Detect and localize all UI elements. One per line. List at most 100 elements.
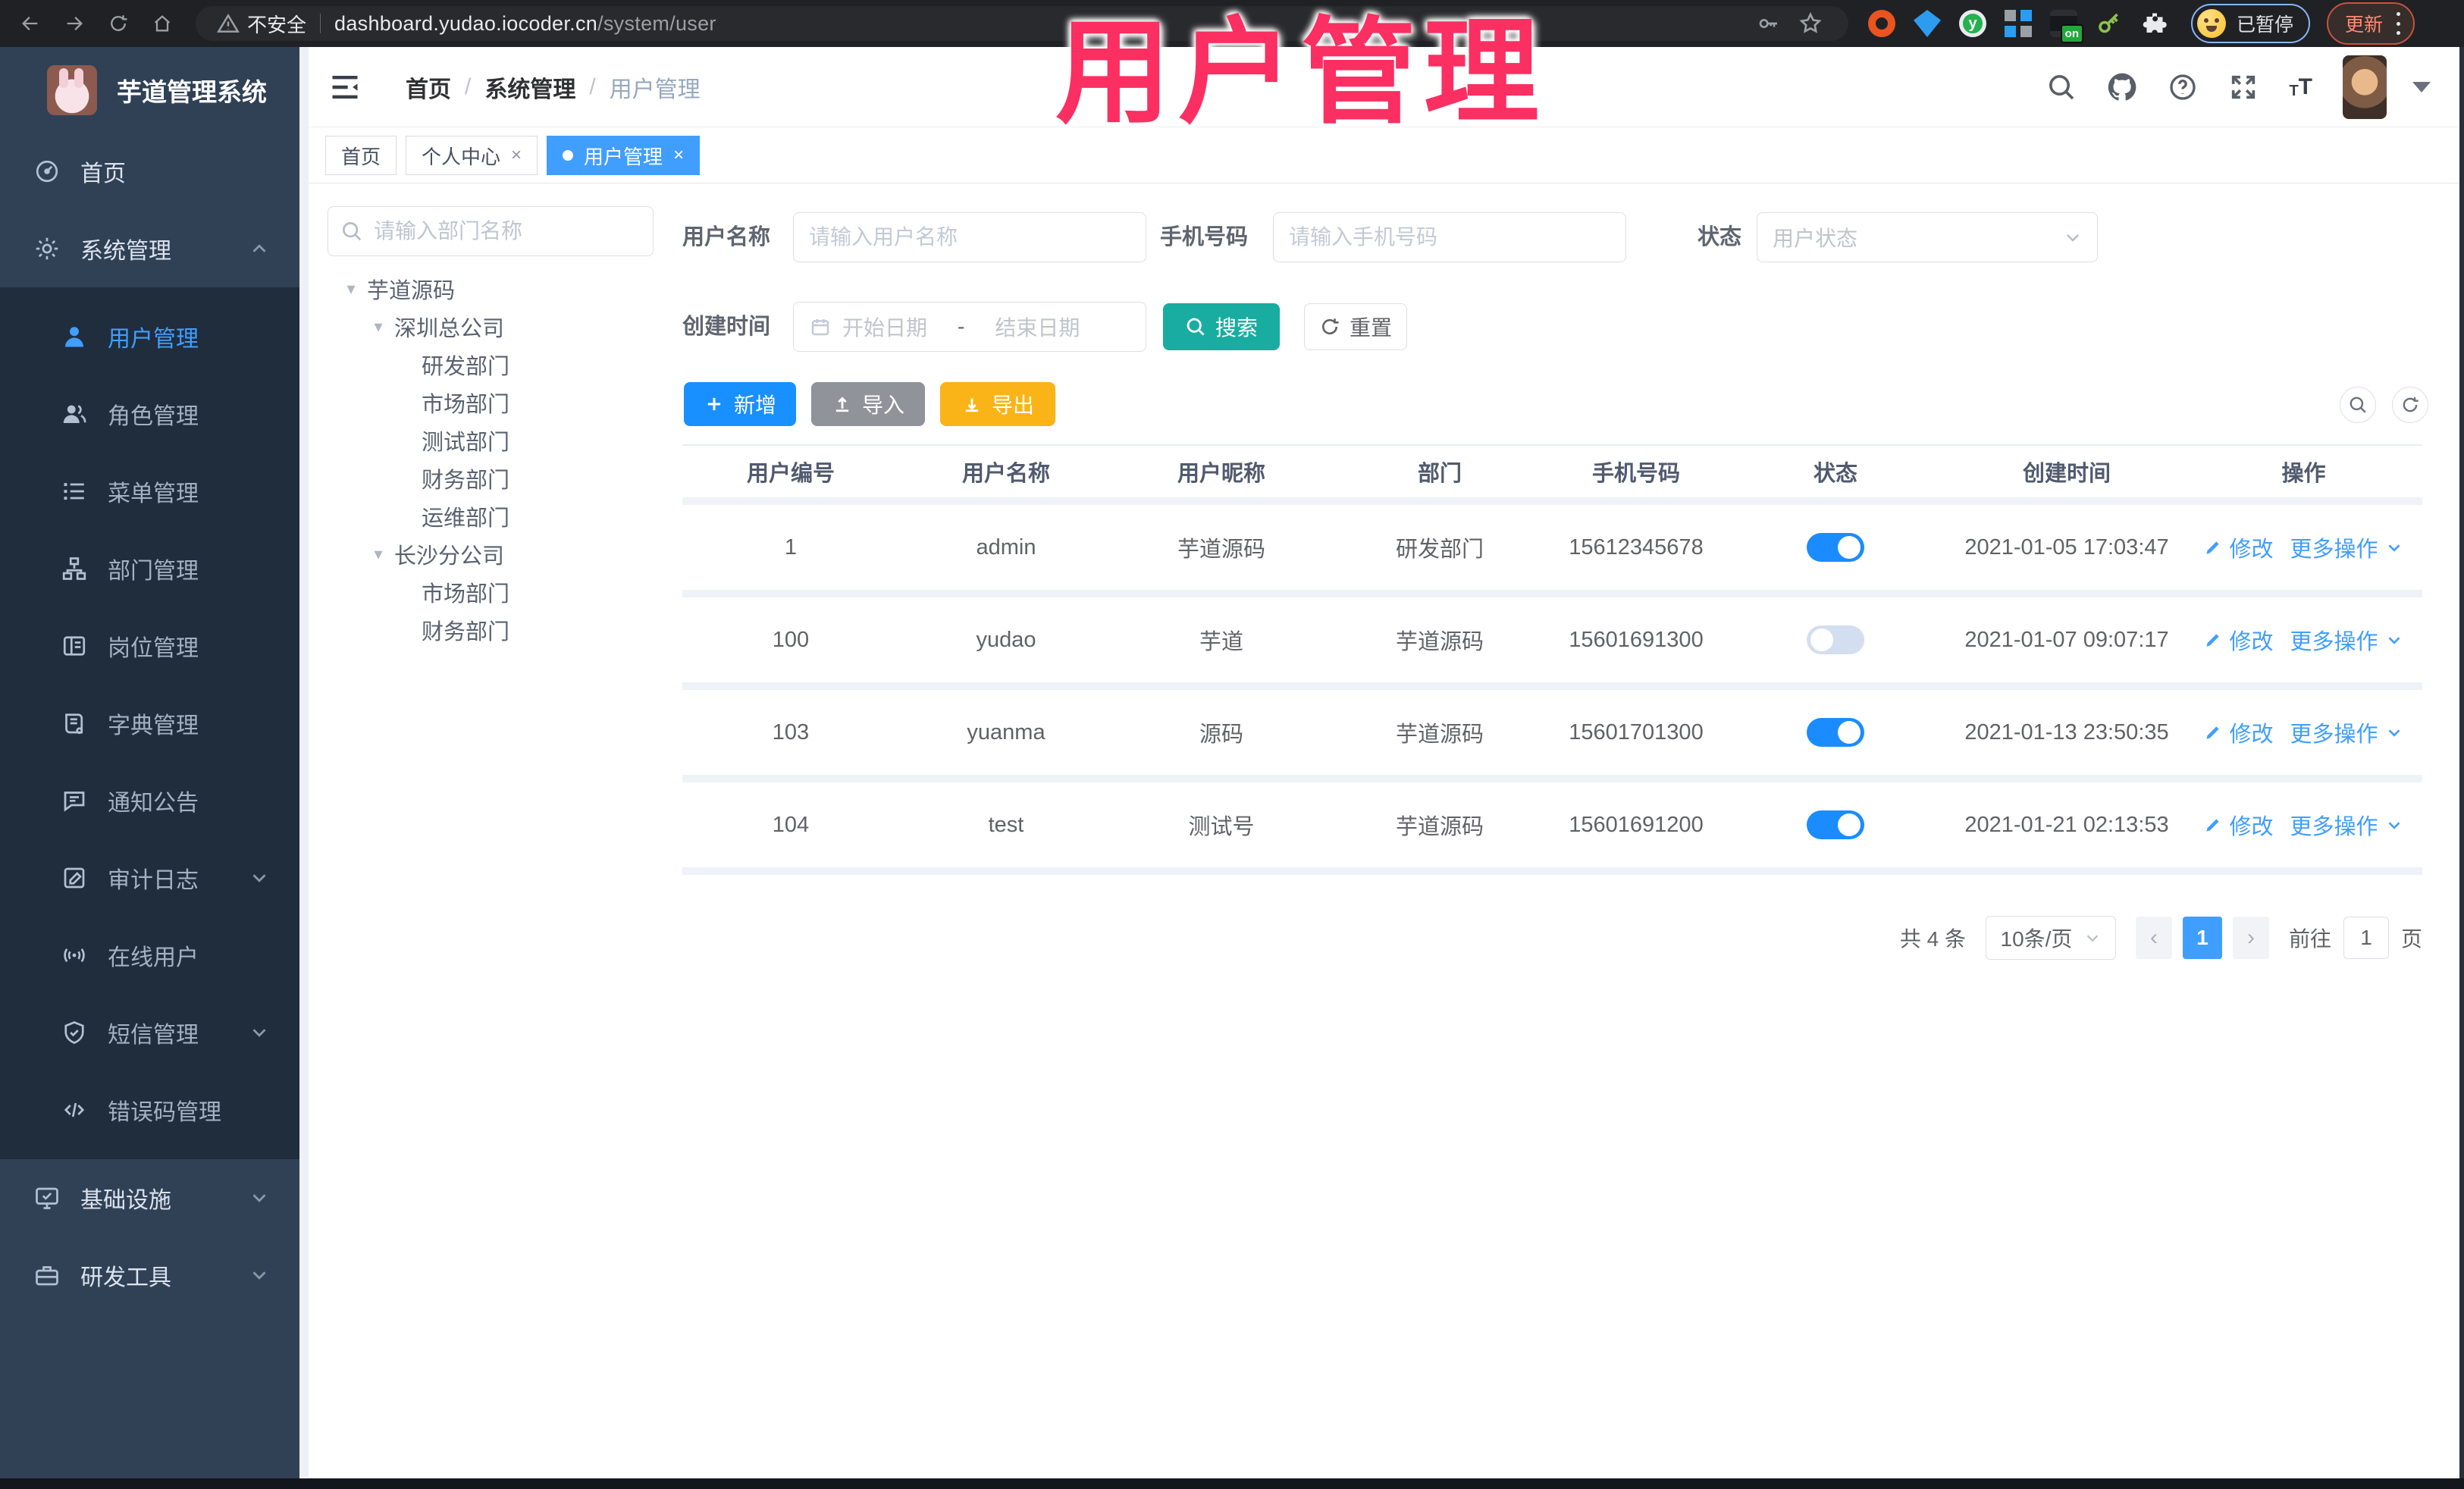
github-icon[interactable] (2107, 72, 2137, 102)
sidebar-item-announcement[interactable]: 通知公告 (0, 762, 299, 839)
status-toggle[interactable] (1807, 533, 1864, 562)
tab-2[interactable]: 用户管理 × (547, 136, 701, 175)
logo-row[interactable]: 芋道管理系统 (0, 47, 299, 133)
cell-username: admin (976, 534, 1036, 560)
next-page-button[interactable]: › (2232, 917, 2269, 959)
sidebar-item-online-user[interactable]: 在线用户 (0, 917, 299, 994)
tree-node[interactable]: 财务部门 (328, 611, 661, 649)
edit-link[interactable]: 修改 (2203, 809, 2274, 841)
extension-gem-icon[interactable] (1914, 10, 1941, 37)
tab-close-icon[interactable]: × (511, 145, 522, 166)
mobile-input[interactable] (1289, 225, 1610, 249)
sidebar-item-home[interactable]: 首页 (0, 133, 299, 210)
search-icon[interactable] (2046, 72, 2077, 102)
sidebar-scrollbar[interactable] (299, 47, 309, 1477)
tab-1[interactable]: 个人中心 × (406, 136, 538, 175)
page-size-select[interactable]: 10条/页 (1985, 916, 2116, 960)
mobile-field[interactable] (1273, 212, 1626, 262)
sidebar-item-dictionary[interactable]: 字典管理 (0, 685, 299, 762)
sidebar-item-org-chart[interactable]: 部门管理 (0, 530, 299, 607)
extension-switch-icon[interactable]: on (2050, 10, 2083, 43)
browser-menu-kebab-icon[interactable] (2397, 12, 2401, 35)
tree-caret-icon[interactable]: ▾ (341, 279, 361, 299)
sidebar-item-dev-tools[interactable]: 研发工具 (0, 1237, 299, 1314)
font-size-icon[interactable]: TT (2289, 74, 2312, 100)
tree-node[interactable]: 测试部门 (328, 422, 661, 459)
add-button[interactable]: 新增 (684, 382, 796, 426)
security-warning-icon[interactable] (217, 12, 240, 35)
help-icon[interactable] (2168, 72, 2198, 102)
tree-node[interactable]: 市场部门 (328, 384, 661, 422)
breadcrumb-item[interactable]: 系统管理 (484, 71, 575, 104)
status-toggle[interactable] (1807, 810, 1864, 839)
export-button[interactable]: 导出 (940, 382, 1055, 426)
tab-0[interactable]: 首页 (325, 136, 397, 175)
password-key-icon[interactable] (1756, 11, 1780, 36)
tree-node[interactable]: ▾ 芋道源码 (328, 270, 661, 308)
extension-ubuntu-icon[interactable] (1868, 10, 1895, 37)
sidebar-item-audit-log[interactable]: 审计日志 (0, 839, 299, 917)
edit-link[interactable]: 修改 (2203, 716, 2274, 748)
browser-back-button[interactable] (14, 7, 47, 40)
status-toggle[interactable] (1807, 625, 1864, 654)
tree-node[interactable]: ▾ 长沙分公司 (328, 535, 661, 573)
browser-home-button[interactable] (146, 7, 179, 40)
sidebar-item-error-code[interactable]: 错误码管理 (0, 1071, 299, 1149)
sidebar-item-infrastructure[interactable]: 基础设施 (0, 1159, 299, 1237)
more-actions-link[interactable]: 更多操作 (2290, 531, 2404, 563)
dept-search-box[interactable] (328, 206, 654, 256)
reset-button[interactable]: 重置 (1304, 303, 1407, 350)
breadcrumb-item[interactable]: 首页 (406, 71, 451, 104)
more-actions-link[interactable]: 更多操作 (2290, 809, 2404, 841)
sidebar-item-menu-list[interactable]: 菜单管理 (0, 453, 299, 530)
sidebar-item-id-card[interactable]: 岗位管理 (0, 607, 299, 685)
end-date-placeholder[interactable]: 结束日期 (995, 312, 1080, 342)
table-refresh-button[interactable] (2392, 387, 2428, 423)
extension-green-circle-icon[interactable]: y (1959, 10, 1986, 37)
tree-node[interactable]: 市场部门 (328, 573, 661, 611)
extensions-puzzle-icon[interactable] (2141, 10, 2168, 37)
sidebar-item-user[interactable]: 用户管理 (0, 298, 299, 375)
status-toggle[interactable] (1807, 718, 1864, 747)
address-bar[interactable]: 不安全 dashboard.yudao.iocoder.cn/system/us… (196, 6, 1848, 41)
extension-grid-icon[interactable] (2005, 10, 2032, 37)
avatar-caret-down-icon[interactable] (2412, 81, 2431, 92)
tree-node[interactable]: 运维部门 (328, 497, 661, 535)
tree-caret-icon[interactable]: ▾ (368, 317, 388, 337)
page-number-current[interactable]: 1 (2182, 917, 2222, 959)
browser-forward-button[interactable] (58, 7, 91, 40)
more-actions-link[interactable]: 更多操作 (2290, 624, 2404, 656)
user-avatar[interactable] (2343, 55, 2387, 119)
extension-key-icon[interactable] (2096, 10, 2123, 37)
import-button[interactable]: 导入 (811, 382, 925, 426)
status-select[interactable]: 用户状态 (1757, 212, 2098, 262)
menu-list-icon (61, 478, 88, 505)
fullscreen-icon[interactable] (2228, 72, 2259, 102)
username-input[interactable] (809, 225, 1130, 249)
dept-search-input[interactable] (374, 219, 641, 243)
tree-caret-icon[interactable]: ▾ (368, 544, 388, 564)
browser-reload-button[interactable] (102, 7, 135, 40)
tree-node[interactable]: ▾ 深圳总公司 (328, 308, 661, 346)
tree-node[interactable]: 研发部门 (328, 346, 661, 384)
goto-page-input[interactable] (2343, 917, 2389, 959)
start-date-placeholder[interactable]: 开始日期 (842, 312, 927, 342)
tab-close-icon[interactable]: × (673, 145, 684, 166)
sidebar-item-gear[interactable]: 系统管理 (0, 210, 299, 287)
menu-fold-button[interactable] (328, 71, 362, 104)
username-field[interactable] (793, 212, 1146, 262)
browser-profile-chip[interactable]: 已暂停 (2191, 4, 2311, 43)
cell-actions: 修改 更多操作 (2185, 716, 2422, 748)
search-button[interactable]: 搜索 (1163, 303, 1280, 350)
sidebar-item-sms-shield[interactable]: 短信管理 (0, 994, 299, 1071)
table-search-toggle-button[interactable] (2340, 387, 2376, 423)
edit-link[interactable]: 修改 (2203, 624, 2274, 656)
more-actions-link[interactable]: 更多操作 (2290, 716, 2404, 748)
bookmark-star-icon[interactable] (1798, 11, 1823, 36)
prev-page-button[interactable]: ‹ (2135, 917, 2172, 959)
sidebar-item-users[interactable]: 角色管理 (0, 375, 299, 453)
date-range-picker[interactable]: 开始日期 - 结束日期 (793, 302, 1146, 352)
tree-node[interactable]: 财务部门 (328, 459, 661, 497)
browser-update-button[interactable]: 更新 (2327, 2, 2415, 45)
edit-link[interactable]: 修改 (2203, 531, 2274, 563)
